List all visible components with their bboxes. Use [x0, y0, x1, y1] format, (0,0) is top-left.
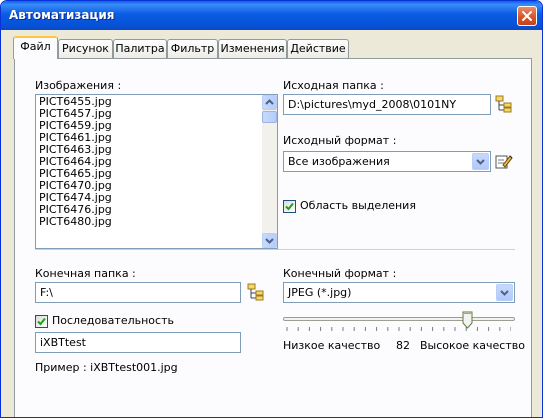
selection-area-checkbox[interactable]: [283, 200, 296, 213]
checkmark-icon: [285, 202, 294, 211]
quality-slider-thumb[interactable]: [462, 311, 473, 332]
tab-filter-label: Фильтр: [170, 42, 215, 55]
tab-palette-label: Палитра: [115, 42, 165, 55]
source-format-dropdown[interactable]: [472, 153, 489, 170]
dest-folder-label: Конечная папка :: [35, 267, 136, 280]
dest-format-dropdown[interactable]: [496, 284, 513, 301]
tab-action-label: Действие: [290, 42, 346, 55]
checkmark-icon: [37, 317, 46, 326]
dest-format-label: Конечный формат :: [283, 267, 397, 280]
images-label: Изображения :: [35, 79, 122, 92]
format-settings-button[interactable]: [495, 152, 513, 170]
scroll-up-icon: [265, 99, 274, 105]
section-divider: [35, 249, 515, 251]
tab-filter[interactable]: Фильтр: [167, 39, 218, 58]
source-folder-input[interactable]: D:\pictures\myd_2008\0101NY: [283, 94, 491, 115]
tab-file-label: Файл: [20, 40, 51, 53]
file-items: PICT6455.jpg PICT6457.jpg PICT6459.jpg PICT…: [39, 96, 112, 228]
quality-high-label: Высокое качество: [420, 339, 525, 352]
source-format-select[interactable]: Все изображения: [283, 151, 491, 172]
tab-panel-file: Изображения : PICT6455.jpg PICT6457.jpg PI…: [14, 58, 532, 417]
quality-slider-track[interactable]: [283, 317, 515, 321]
dest-format-select[interactable]: JPEG (*.jpg): [283, 282, 515, 303]
automation-dialog: Автоматизация Файл Рисунок Палитра Фильт…: [0, 0, 543, 418]
folder-tree-icon: [495, 95, 512, 113]
close-icon: [522, 11, 532, 21]
source-folder-label: Исходная папка :: [283, 79, 384, 92]
close-button[interactable]: [517, 6, 537, 26]
title-bar[interactable]: Автоматизация: [1, 1, 542, 30]
sequence-label: Последовательность: [52, 314, 174, 327]
tab-changes[interactable]: Изменения: [218, 39, 287, 58]
folder-tree-icon: [247, 283, 264, 301]
quality-low-label: Низкое качество: [283, 339, 381, 352]
selection-area-label: Область выделения: [300, 199, 416, 212]
tab-palette[interactable]: Палитра: [113, 39, 167, 58]
quality-slider-ticks: [286, 327, 511, 331]
edit-settings-icon: [495, 155, 513, 169]
list-item[interactable]: PICT6480.jpg: [39, 216, 112, 228]
slider-thumb-icon: [462, 311, 473, 329]
dropdown-arrow-icon: [476, 159, 485, 165]
source-format-label: Исходный формат :: [283, 134, 397, 147]
dest-folder-input[interactable]: F:\: [35, 282, 241, 303]
dropdown-arrow-icon: [500, 290, 509, 296]
scroll-down-icon: [265, 238, 274, 244]
quality-value: 82: [396, 339, 410, 352]
sequence-prefix-input[interactable]: iXBTtest: [35, 332, 241, 353]
browse-source-button[interactable]: [495, 95, 513, 113]
browse-dest-button[interactable]: [247, 283, 265, 301]
dialog-client: Файл Рисунок Палитра Фильтр Изменения Де…: [4, 30, 539, 417]
list-scrollbar[interactable]: [262, 95, 277, 248]
tab-changes-label: Изменения: [220, 42, 285, 55]
window-title: Автоматизация: [9, 8, 115, 22]
scroll-down-button[interactable]: [262, 233, 277, 248]
tab-action[interactable]: Действие: [287, 39, 349, 58]
tab-picture-label: Рисунок: [62, 42, 109, 55]
tab-picture[interactable]: Рисунок: [58, 39, 113, 58]
image-file-list[interactable]: PICT6455.jpg PICT6457.jpg PICT6459.jpg PICT…: [35, 94, 278, 249]
tab-file[interactable]: Файл: [13, 36, 58, 59]
example-filename: Пример : iXBTtest001.jpg: [35, 361, 178, 374]
dest-format-value: JPEG (*.jpg): [288, 286, 352, 299]
scroll-up-button[interactable]: [262, 95, 277, 110]
scroll-thumb[interactable]: [262, 111, 277, 123]
sequence-checkbox[interactable]: [35, 315, 48, 328]
source-format-value: Все изображения: [288, 155, 390, 168]
